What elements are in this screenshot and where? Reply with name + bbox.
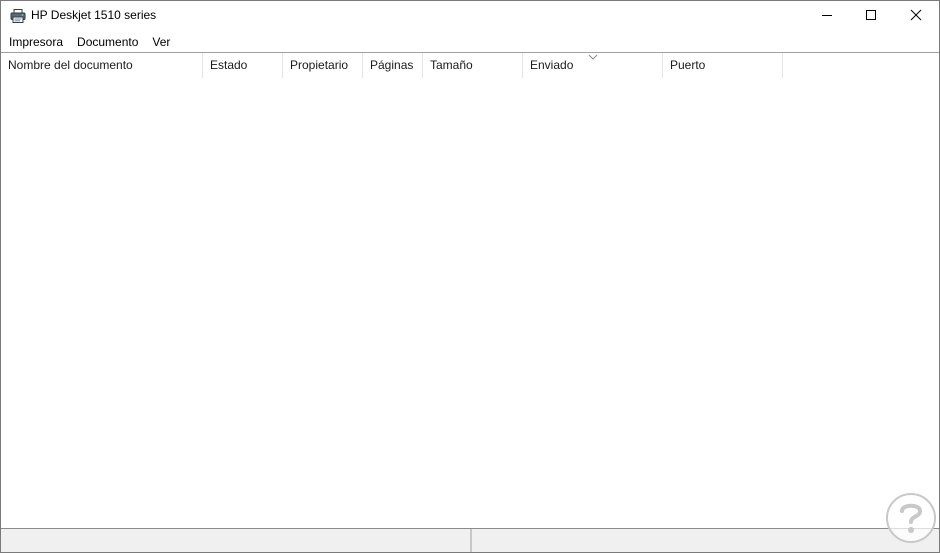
column-header-port[interactable]: Puerto: [663, 53, 783, 78]
menu-ver[interactable]: Ver: [145, 32, 177, 52]
maximize-button[interactable]: [848, 1, 894, 32]
column-header-owner[interactable]: Propietario: [283, 53, 363, 78]
column-header-status[interactable]: Estado: [203, 53, 283, 78]
print-queue-window: HP Deskjet 1510 series Impresora Documen…: [0, 0, 940, 553]
watermark-logo: [885, 492, 937, 544]
print-queue-list[interactable]: Nombre del documento Estado Propietario …: [1, 52, 939, 529]
status-pane-right: [471, 529, 939, 552]
column-header-size[interactable]: Tamaño: [423, 53, 523, 78]
close-icon: [910, 8, 922, 26]
sort-descending-icon: [523, 44, 662, 60]
menu-impresora[interactable]: Impresora: [1, 32, 70, 52]
title-bar[interactable]: HP Deskjet 1510 series: [1, 1, 939, 32]
menu-bar: Impresora Documento Ver: [1, 32, 939, 52]
column-header-row: Nombre del documento Estado Propietario …: [1, 53, 783, 78]
status-pane-left: [1, 529, 471, 552]
printer-icon: [10, 8, 26, 24]
column-header-submitted-label: Enviado: [530, 58, 574, 72]
column-header-submitted[interactable]: Enviado: [523, 53, 663, 78]
maximize-icon: [865, 8, 877, 26]
window-title: HP Deskjet 1510 series: [31, 8, 157, 22]
menu-documento[interactable]: Documento: [70, 32, 145, 52]
minimize-icon: [821, 8, 833, 26]
status-bar: [1, 528, 939, 552]
column-header-pages[interactable]: Páginas: [363, 53, 423, 78]
close-button[interactable]: [893, 1, 939, 32]
minimize-button[interactable]: [804, 1, 850, 32]
column-header-document-name[interactable]: Nombre del documento: [1, 53, 203, 78]
